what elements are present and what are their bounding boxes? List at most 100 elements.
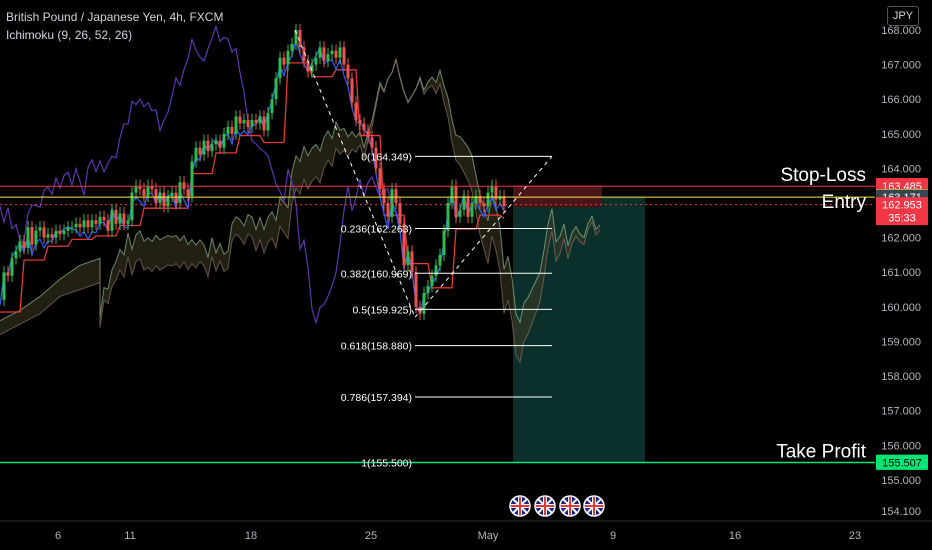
annotation-label: Entry xyxy=(822,192,867,213)
candle-body xyxy=(286,50,290,65)
candle-body xyxy=(154,189,158,204)
candle-body xyxy=(462,196,466,210)
currency-badge[interactable]: JPY xyxy=(887,6,919,26)
risk-zone xyxy=(513,185,602,208)
candle-body xyxy=(326,54,330,62)
candle-body xyxy=(422,292,426,314)
candle-body xyxy=(446,203,450,231)
candle-body xyxy=(182,182,186,190)
candle-body xyxy=(142,189,146,197)
candle-body xyxy=(50,234,54,238)
candle-body xyxy=(338,47,342,58)
y-axis-tick-label: 159.000 xyxy=(881,336,921,348)
candle-body xyxy=(270,99,274,114)
candle-body xyxy=(366,130,370,138)
y-axis-tick-label: 168.000 xyxy=(881,25,921,37)
y-axis-tick-label: 161.000 xyxy=(881,267,921,279)
y-axis-tick-label: 160.000 xyxy=(881,302,921,314)
candle-body xyxy=(26,227,30,249)
x-axis-tick-label: 23 xyxy=(849,530,861,542)
candle-body xyxy=(362,123,366,131)
fib-level-label: 0.5(159.925) xyxy=(352,304,412,316)
candle-body xyxy=(230,126,234,134)
fib-level-label: 0(164.349) xyxy=(361,151,412,163)
candle-body xyxy=(126,220,130,224)
candle-body xyxy=(354,102,358,120)
candle-body xyxy=(158,192,162,204)
candle-body xyxy=(58,230,62,235)
candle-body xyxy=(254,119,258,124)
uk-flag-icon xyxy=(509,495,531,517)
candle-body xyxy=(42,227,46,238)
candle-body xyxy=(330,50,334,55)
candle-body xyxy=(210,144,214,152)
candle-body xyxy=(66,227,70,231)
candle-body xyxy=(34,230,38,245)
uk-flag-icon xyxy=(583,495,605,517)
candle-body xyxy=(134,185,138,193)
candle-body xyxy=(382,189,386,204)
candle-body xyxy=(78,223,82,228)
candle-body xyxy=(490,185,494,193)
price-tag: 162.95335:33 xyxy=(876,197,928,226)
candle-body xyxy=(274,78,278,100)
candle-body xyxy=(426,286,430,293)
candle-body xyxy=(218,140,222,148)
candle-body xyxy=(246,119,250,127)
fib-level-label: 0.618(158.880) xyxy=(341,341,412,353)
uk-flag-icon xyxy=(534,495,556,517)
candle-body xyxy=(226,126,230,134)
candle-body xyxy=(98,216,102,224)
price-chart[interactable]: 0(164.349)0.236(162.263)0.382(160.969)0.… xyxy=(0,0,932,550)
chart-background xyxy=(0,0,932,550)
candle-body xyxy=(454,185,458,217)
candle-body xyxy=(174,192,178,204)
candle-body xyxy=(122,213,126,224)
y-axis-tick-label: 156.000 xyxy=(881,440,921,452)
candle-body xyxy=(322,47,326,62)
candle-body xyxy=(86,220,90,228)
candle-body xyxy=(406,251,410,266)
y-axis-tick-label: 162.000 xyxy=(881,233,921,245)
price-tag-label: 155.507 xyxy=(882,457,922,469)
x-axis-tick-label: 11 xyxy=(124,530,135,542)
candle-body xyxy=(14,251,18,259)
candle-body xyxy=(206,140,210,152)
candle-body xyxy=(178,182,182,204)
candle-body xyxy=(278,57,282,79)
x-axis-tick-label: 6 xyxy=(55,530,61,542)
candle-body xyxy=(186,189,190,197)
candle-body xyxy=(102,216,106,221)
candle-body xyxy=(438,254,442,266)
candle-body xyxy=(314,57,318,65)
candle-body xyxy=(222,133,226,148)
fib-level-label: 0.382(160.969) xyxy=(341,268,412,280)
candle-body xyxy=(198,147,202,155)
candle-body xyxy=(370,137,374,148)
candle-body xyxy=(334,50,338,58)
uk-flag-icon xyxy=(559,495,581,517)
candle-body xyxy=(266,113,270,131)
candle-body xyxy=(46,234,50,238)
candle-body xyxy=(94,220,98,224)
candle-body xyxy=(414,272,418,307)
candle-body xyxy=(202,140,206,155)
candle-body xyxy=(106,220,110,231)
candle-body xyxy=(390,189,394,217)
candle-body xyxy=(18,241,22,252)
candle-body xyxy=(146,185,150,197)
candle-body xyxy=(190,161,194,197)
x-axis-tick-label: 25 xyxy=(365,530,377,542)
candle-body xyxy=(262,116,266,131)
candle-body xyxy=(70,227,74,229)
candle-body xyxy=(234,116,238,134)
candle-body xyxy=(74,223,78,228)
candle-body xyxy=(458,209,462,217)
candle-body xyxy=(110,209,114,231)
candle-body xyxy=(214,140,218,145)
candle-body xyxy=(82,220,86,228)
indicator-label[interactable]: Ichimoku (9, 26, 52, 26) xyxy=(6,28,132,42)
candle-body xyxy=(54,230,58,238)
candle-body xyxy=(442,230,446,255)
candle-body xyxy=(22,241,26,249)
